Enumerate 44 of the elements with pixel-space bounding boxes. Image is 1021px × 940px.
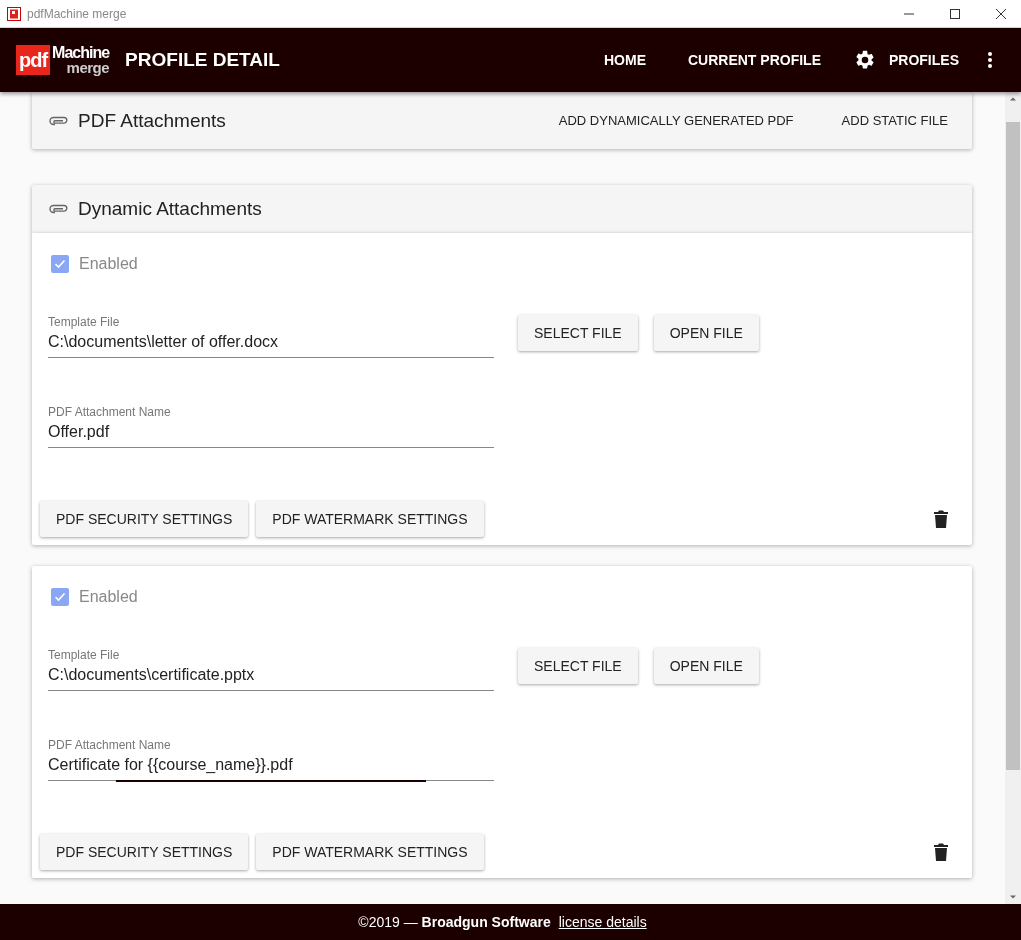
raised-button[interactable]: PDF WATERMARK SETTINGS	[256, 501, 484, 537]
nav-link[interactable]: HOME	[604, 52, 646, 68]
raised-button[interactable]: SELECT FILE	[518, 648, 638, 684]
nav-link[interactable]: CURRENT PROFILE	[688, 52, 821, 68]
scrollbar[interactable]	[1005, 92, 1021, 904]
scroll-down-icon[interactable]	[1009, 894, 1017, 900]
text-button[interactable]: ADD STATIC FILE	[825, 105, 964, 136]
checkbox-label: Enabled	[79, 588, 138, 606]
scroll-up-icon[interactable]	[1009, 96, 1017, 102]
checkbox[interactable]	[51, 588, 69, 606]
checkbox[interactable]	[51, 255, 69, 273]
template-file-field[interactable]: Template File C:\documents\letter of offer.docx	[48, 314, 494, 358]
nav-link[interactable]: PROFILES	[889, 52, 959, 68]
raised-button[interactable]: SELECT FILE	[518, 315, 638, 351]
raised-button[interactable]: OPEN FILE	[653, 315, 759, 351]
page-title: PROFILE DETAIL	[125, 49, 280, 71]
template-file-field[interactable]: Template File C:\documents\certificate.pptx	[48, 647, 494, 691]
trash-icon[interactable]	[934, 510, 948, 528]
attachment-name-field[interactable]: PDF Attachment Name Certificate for {{course_name}}.pdf	[48, 737, 494, 781]
window-title: pdfMachine merge	[27, 6, 127, 21]
trash-icon[interactable]	[934, 843, 948, 861]
checkbox-label: Enabled	[79, 255, 138, 273]
raised-button[interactable]: PDF SECURITY SETTINGS	[40, 834, 249, 870]
logo-badge: pdf	[16, 45, 51, 75]
app-icon	[7, 6, 21, 21]
more-menu-icon[interactable]	[987, 51, 993, 69]
card-title: Dynamic Attachments	[78, 198, 262, 220]
checkmark-icon	[54, 592, 66, 602]
maximize-icon[interactable]	[949, 7, 961, 20]
raised-button[interactable]: PDF WATERMARK SETTINGS	[256, 834, 484, 870]
copyright-text: ©2019 — Broadgun Software	[358, 914, 551, 930]
raised-button[interactable]: PDF SECURITY SETTINGS	[40, 501, 249, 537]
license-link[interactable]: license details	[558, 914, 647, 930]
attachment-name-field[interactable]: PDF Attachment Name Offer.pdf	[48, 404, 494, 448]
checkmark-icon	[54, 259, 66, 269]
logo-subtitle: merge	[66, 60, 110, 75]
logo-name: Machine	[52, 45, 110, 60]
paperclip-icon	[49, 115, 69, 126]
paperclip-icon	[49, 204, 69, 214]
raised-button[interactable]: OPEN FILE	[653, 648, 759, 684]
settings-icon[interactable]	[854, 49, 876, 71]
card-title: PDF Attachments	[78, 109, 226, 132]
close-icon[interactable]	[995, 7, 1007, 20]
text-button[interactable]: ADD DYNAMICALLY GENERATED PDF	[542, 105, 810, 136]
